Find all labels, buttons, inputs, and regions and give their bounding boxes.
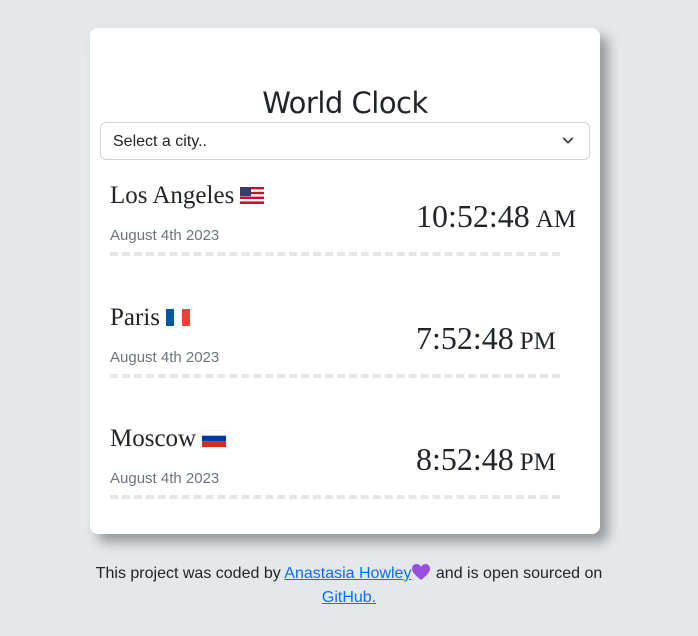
time-value: 8:52:48 — [416, 441, 514, 477]
city-date: August 4th 2023 — [110, 227, 220, 244]
city-row-los-angeles: Los Angeles August 4th 2023 10:52:48 AM — [110, 182, 576, 258]
github-link[interactable]: GitHub. — [322, 589, 376, 606]
city-row-moscow: Moscow August 4th 2023 8:52:48 PM — [110, 425, 560, 501]
row-divider — [110, 374, 560, 378]
city-name: Paris — [110, 304, 160, 331]
city-name-heading: Paris — [110, 304, 190, 332]
time-period: PM — [519, 449, 556, 476]
row-divider — [110, 495, 560, 499]
footer-text-middle: and is open sourced on — [435, 565, 603, 582]
footer: This project was coded by Anastasia Howl… — [0, 562, 698, 610]
fr-flag-icon — [166, 308, 190, 326]
footer-text-before: This project was coded by — [95, 565, 281, 582]
time-value: 7:52:48 — [416, 320, 514, 356]
chevron-down-icon — [562, 137, 574, 144]
time-period: AM — [535, 206, 577, 233]
author-link[interactable]: Anastasia Howley — [284, 565, 411, 582]
time-value: 10:52:48 — [416, 198, 530, 234]
us-flag-icon — [240, 186, 265, 204]
ru-flag-icon — [202, 429, 227, 447]
city-name-heading: Los Angeles — [110, 182, 265, 210]
city-date: August 4th 2023 — [110, 470, 220, 487]
purple-heart-icon — [412, 564, 431, 580]
time-period: PM — [519, 328, 556, 355]
city-name: Moscow — [110, 425, 197, 452]
city-time: 8:52:48 PM — [416, 441, 556, 478]
city-time: 7:52:48 PM — [416, 320, 556, 357]
city-date: August 4th 2023 — [110, 349, 220, 366]
row-divider — [110, 252, 560, 256]
page-title: World Clock — [262, 86, 428, 120]
city-time: 10:52:48 AM — [416, 198, 576, 235]
city-select[interactable]: Select a city.. — [100, 122, 590, 160]
city-select-value: Select a city.. — [113, 133, 207, 150]
city-name-heading: Moscow — [110, 425, 227, 453]
city-name: Los Angeles — [110, 182, 235, 209]
city-row-paris: Paris August 4th 2023 7:52:48 PM — [110, 304, 560, 380]
world-clock-card: World Clock Select a city.. Los Angeles … — [90, 28, 600, 534]
